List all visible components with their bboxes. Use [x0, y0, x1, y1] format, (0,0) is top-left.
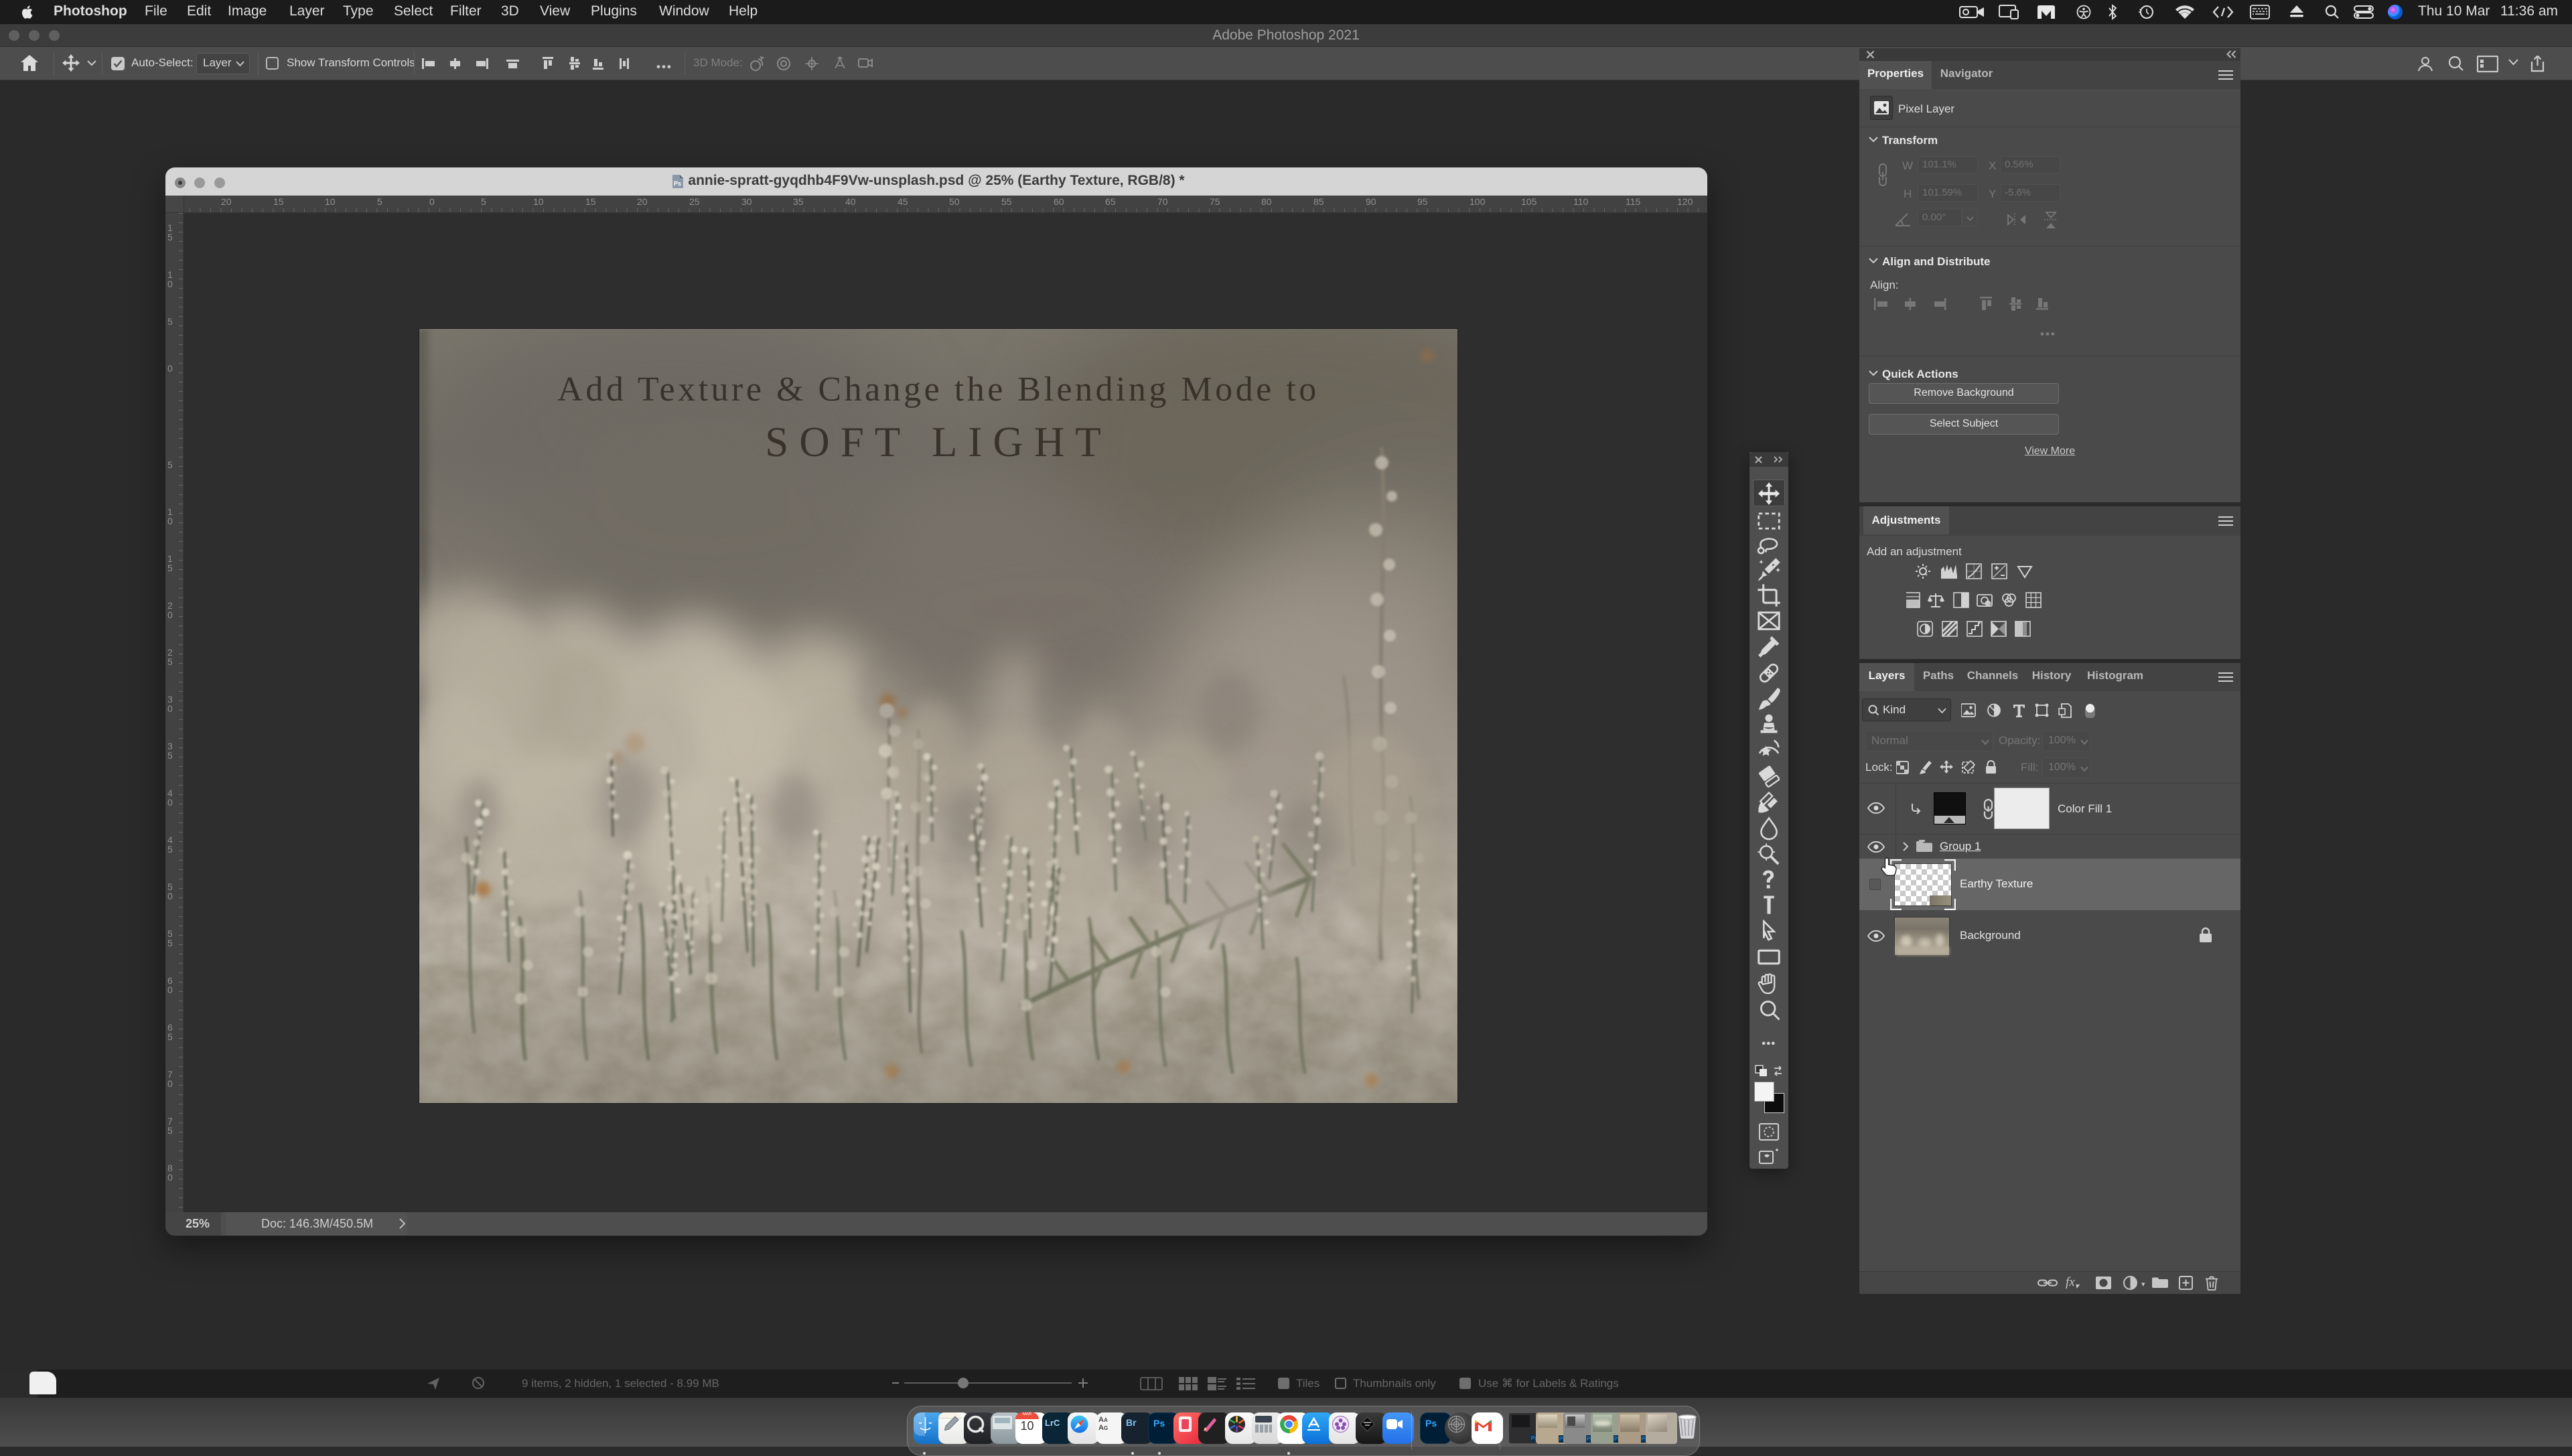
svg-text:SOFT LIGHT: SOFT LIGHT [765, 419, 1112, 465]
svg-text:Add Texture & Change the Blend: Add Texture & Change the Blending Mode t… [557, 370, 1319, 409]
